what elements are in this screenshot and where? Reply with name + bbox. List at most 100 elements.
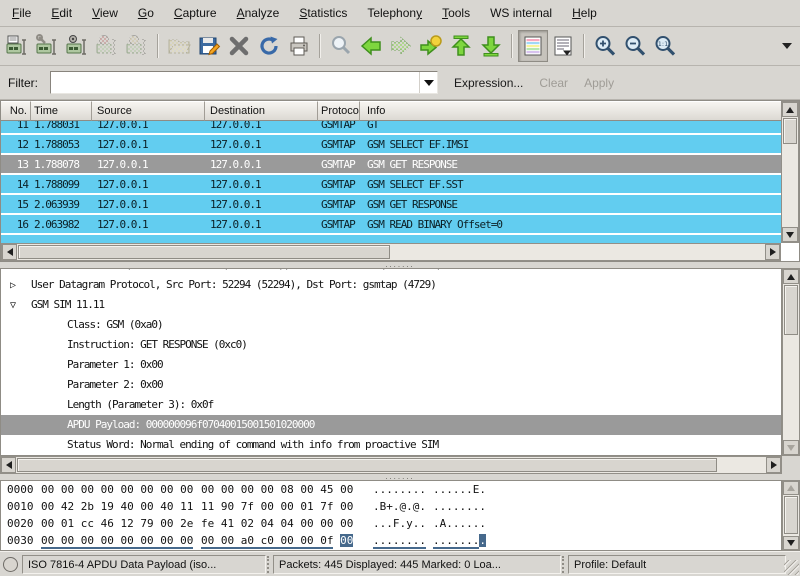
hex-dump[interactable]: 000000 00 00 00 00 00 00 0000 00 00 00 0… [0,480,782,551]
go-forward-icon[interactable] [386,30,416,62]
detail-row-ip[interactable]: Internet Protocol, Src: 127.0.0.1 (127.0… [1,268,781,275]
reload-icon[interactable] [254,30,284,62]
filter-input[interactable] [51,72,419,93]
selected-ascii-char[interactable]: . [479,534,486,547]
collapse-icon[interactable]: ▽ [1,300,31,311]
toolbar-separator [157,34,159,58]
detail-row-parameter2[interactable]: Parameter 2: 0x00 [1,375,781,395]
capture-start-icon[interactable] [62,30,92,62]
packet-list-header: No. Time Source Destination Protocol Inf… [1,101,781,121]
goto-packet-icon[interactable] [416,30,446,62]
menu-statistics[interactable]: Statistics [289,1,357,25]
menu-analyze[interactable]: Analyze [227,1,290,25]
hex-row-0000[interactable]: 000000 00 00 00 00 00 00 0000 00 00 00 0… [1,483,781,500]
menu-telephony[interactable]: Telephony [357,1,432,25]
list-interfaces-icon[interactable] [2,30,32,62]
scroll-right-icon[interactable] [765,244,780,260]
packet-row-13-selected[interactable]: 13 1.788078 127.0.0.1 127.0.0.1 GSMTAP G… [1,155,781,175]
filter-dropdown-icon[interactable] [419,72,437,93]
scroll-left-icon[interactable] [2,244,17,260]
scroll-up-icon[interactable] [783,269,799,284]
find-icon[interactable] [326,30,356,62]
profile-status[interactable]: Profile: Default [568,555,786,574]
resize-grip[interactable] [784,560,799,575]
menu-ws-internal[interactable]: WS internal [480,1,562,25]
packet-row-14[interactable]: 14 1.788099 127.0.0.1 127.0.0.1 GSMTAP G… [1,175,781,195]
statusbar-handle[interactable] [267,556,272,573]
menu-help[interactable]: Help [562,1,607,25]
go-bottom-icon[interactable] [476,30,506,62]
hex-row-0020[interactable]: 002000 01 cc 46 12 79 00 2efe 41 02 04 0… [1,517,781,534]
detail-row-class[interactable]: Class: GSM (0xa0) [1,315,781,335]
packet-row-11[interactable]: 11 1.788031 127.0.0.1 127.0.0.1 GSMTAP G… [1,121,781,135]
zoom-100-icon[interactable]: 1:1 [650,30,680,62]
detail-row-length[interactable]: Length (Parameter 3): 0x0f [1,395,781,415]
selected-byte[interactable]: 00 [340,534,353,547]
column-header-info[interactable]: Info [360,101,781,121]
packets-status: Packets: 445 Displayed: 445 Marked: 0 Lo… [273,555,561,574]
capture-options-icon[interactable] [32,30,62,62]
scrollbar-thumb[interactable] [784,496,798,534]
scroll-right-icon[interactable] [766,457,781,473]
status-bar: ISO 7816-4 APDU Data Payload (iso... Pac… [0,551,800,576]
expression-button[interactable]: Expression... [454,76,523,90]
detail-row-instruction[interactable]: Instruction: GET RESPONSE (0xc0) [1,335,781,355]
hex-row-0030[interactable]: 003000 00 00 00 00 00 00 0000 00 a0 c0 0… [1,534,781,551]
scrollbar-thumb[interactable] [18,245,390,259]
scrollbar-thumb[interactable] [17,458,717,472]
column-header-source[interactable]: Source [92,101,205,121]
packet-list-hscrollbar[interactable] [1,243,781,261]
detail-row-gsm-sim[interactable]: ▽GSM SIM 11.11 [1,295,781,315]
details-hscrollbar[interactable] [0,456,782,474]
zoom-in-icon[interactable] [590,30,620,62]
menu-edit[interactable]: Edit [41,1,82,25]
detail-row-parameter1[interactable]: Parameter 1: 0x00 [1,355,781,375]
detail-row-udp[interactable]: ▷User Datagram Protocol, Src Port: 52294… [1,275,781,295]
scroll-left-icon[interactable] [1,457,16,473]
menu-capture[interactable]: Capture [164,1,227,25]
hex-vscrollbar[interactable] [782,480,800,551]
scroll-down-icon[interactable] [783,440,799,455]
scrollbar-thumb[interactable] [784,285,798,335]
go-top-icon[interactable] [446,30,476,62]
detail-row-apdu-payload-selected[interactable]: APDU Payload: 000000096f0704001500150102… [1,415,781,435]
column-header-time[interactable]: Time [31,101,92,121]
expert-info-icon[interactable] [3,557,18,572]
scrollbar-thumb[interactable] [783,118,797,144]
scroll-up-icon[interactable] [782,102,798,117]
menu-view[interactable]: View [82,1,128,25]
packet-row-partial[interactable] [1,235,781,243]
packet-list-vscrollbar[interactable] [781,101,799,243]
colorize-icon[interactable] [518,30,548,62]
packet-row-15[interactable]: 15 2.063939 127.0.0.1 127.0.0.1 GSMTAP G… [1,195,781,215]
scroll-down-icon[interactable] [783,536,799,550]
auto-scroll-icon[interactable] [548,30,578,62]
print-icon[interactable] [284,30,314,62]
clear-button[interactable]: Clear [539,76,568,90]
capture-restart-icon[interactable] [122,30,152,62]
close-file-icon[interactable] [224,30,254,62]
zoom-out-icon[interactable] [620,30,650,62]
go-back-icon[interactable] [356,30,386,62]
menu-tools[interactable]: Tools [432,1,480,25]
scroll-up-icon[interactable] [783,481,799,495]
wireshark-window: File Edit View Go Capture Analyze Statis… [0,0,800,576]
column-header-protocol[interactable]: Protocol [318,101,360,121]
open-file-icon[interactable] [164,30,194,62]
packet-row-16[interactable]: 16 2.063982 127.0.0.1 127.0.0.1 GSMTAP G… [1,215,781,235]
packet-row-12[interactable]: 12 1.788053 127.0.0.1 127.0.0.1 GSMTAP G… [1,135,781,155]
capture-stop-icon[interactable] [92,30,122,62]
hex-row-0010[interactable]: 001000 42 2b 19 40 00 40 1111 90 7f 00 0… [1,500,781,517]
statusbar-handle[interactable] [562,556,567,573]
expand-icon[interactable]: ▷ [1,280,31,291]
details-vscrollbar[interactable] [782,268,800,456]
menu-go[interactable]: Go [128,1,164,25]
detail-row-status-word[interactable]: Status Word: Normal ending of command wi… [1,435,781,455]
scroll-down-icon[interactable] [782,227,798,242]
apply-button[interactable]: Apply [584,76,614,90]
toolbar-overflow-icon[interactable] [782,43,792,49]
column-header-destination[interactable]: Destination [205,101,318,121]
column-header-no[interactable]: No. [1,101,31,121]
save-as-icon[interactable] [194,30,224,62]
menu-file[interactable]: File [2,1,41,25]
